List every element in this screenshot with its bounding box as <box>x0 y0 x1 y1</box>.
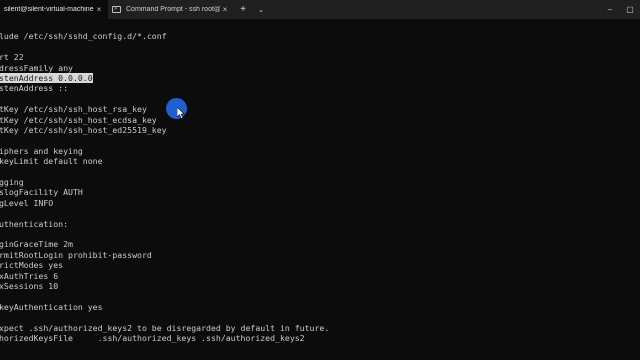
mouse-pointer-icon <box>177 107 185 119</box>
terminal-line: ginGraceTime 2m <box>0 239 73 249</box>
terminal-line: keyLimit default none <box>0 156 103 166</box>
terminal-line: horizedKeysFile .ssh/authorized_keys .ss… <box>0 333 305 343</box>
new-tab-button[interactable]: + <box>234 0 252 19</box>
terminal-line: gging <box>0 177 24 187</box>
close-icon[interactable]: × <box>94 5 104 14</box>
tab-command-prompt[interactable]: > Command Prompt - ssh root@ × <box>108 0 234 19</box>
terminal-line: keyAuthentication yes <box>0 302 103 312</box>
terminal-line-selected: stenAddress 0.0.0.0 <box>0 73 93 83</box>
terminal-line: xAuthTries 6 <box>0 271 59 281</box>
tab-title: Command Prompt - ssh root@ <box>126 6 220 13</box>
terminal-line: gLevel INFO <box>0 198 54 208</box>
terminal-line: rictModes yes <box>0 260 64 270</box>
terminal-line: slogFacility AUTH <box>0 187 83 197</box>
terminal-line: rmitRootLogin prohibit-password <box>0 250 152 260</box>
maximize-button[interactable]: ▢ <box>620 0 640 19</box>
chevron-down-icon[interactable]: ⌄ <box>252 0 270 19</box>
terminal-line: lude /etc/ssh/sshd_config.d/*.conf <box>0 31 167 41</box>
terminal-line: tKey /etc/ssh/ssh_host_rsa_key <box>0 104 147 114</box>
terminal-line: xpect .ssh/authorized_keys2 to be disreg… <box>0 323 330 333</box>
terminal-output[interactable]: lude /etc/ssh/sshd_config.d/*.conf rt 22… <box>0 19 640 360</box>
terminal-line: stenAddress :: <box>0 83 69 93</box>
minimize-button[interactable]: – <box>600 0 620 19</box>
tab-title: silent@silent-virtual-machine <box>4 6 94 13</box>
terminal-line: uthentication: <box>0 219 69 229</box>
terminal-line: tKey /etc/ssh/ssh_host_ed25519_key <box>0 125 167 135</box>
tab-bar: silent@silent-virtual-machine × > Comman… <box>0 0 640 19</box>
terminal-icon: > <box>112 5 122 14</box>
text-selection: stenAddress 0.0.0.0 <box>0 73 93 83</box>
tab-silent-session[interactable]: silent@silent-virtual-machine × <box>0 0 108 19</box>
terminal-line: tKey /etc/ssh/ssh_host_ecdsa_key <box>0 115 157 125</box>
terminal-line: xSessions 10 <box>0 281 59 291</box>
terminal-line: dressFamily any <box>0 63 73 73</box>
terminal-line: iphers and keying <box>0 146 83 156</box>
close-icon[interactable]: × <box>220 5 230 14</box>
terminal-line: rt 22 <box>0 52 24 62</box>
